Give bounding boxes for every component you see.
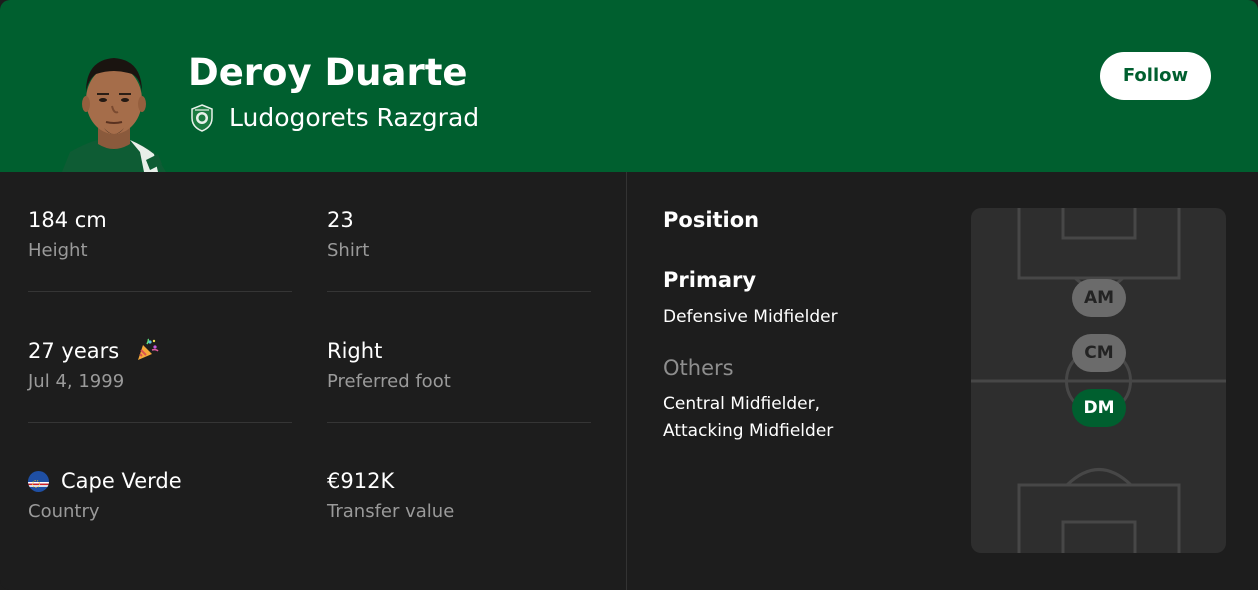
club-name[interactable]: Ludogorets Razgrad: [229, 101, 479, 135]
country-label: Country: [28, 501, 100, 522]
player-header: Deroy Duarte Ludogorets Razgrad Follow: [0, 0, 1258, 172]
primary-position-title: Primary: [663, 268, 757, 292]
shirt-value: 23: [327, 208, 354, 232]
follow-button[interactable]: Follow: [1100, 52, 1211, 100]
divider: [28, 291, 292, 292]
other-positions-title: Others: [663, 356, 734, 380]
country-value: Cape Verde: [61, 469, 182, 493]
foot-value: Right: [327, 339, 383, 363]
player-name: Deroy Duarte: [188, 51, 468, 94]
pitch-marker-cm: CM: [1072, 334, 1126, 372]
column-divider: [626, 172, 627, 590]
pitch-marker-dm: DM: [1072, 389, 1126, 427]
birth-date: Jul 4, 1999: [28, 371, 125, 392]
cape-verde-flag-icon: [28, 471, 49, 492]
player-card: Deroy Duarte Ludogorets Razgrad Follow 1…: [0, 0, 1258, 590]
age-value: 27 years: [28, 339, 120, 363]
other-position-line: Attacking Midfielder: [663, 421, 834, 441]
pitch-marker-am: AM: [1072, 279, 1126, 317]
player-avatar: [58, 48, 170, 172]
divider: [28, 422, 292, 423]
party-popper-icon: [135, 338, 159, 362]
foot-label: Preferred foot: [327, 371, 451, 392]
height-label: Height: [28, 240, 88, 261]
position-pitch: AM CM DM: [971, 208, 1226, 553]
divider: [327, 291, 591, 292]
primary-position-value: Defensive Midfielder: [663, 307, 838, 327]
transfer-value: €912K: [327, 469, 395, 493]
club-crest-icon: [190, 104, 214, 132]
divider: [327, 422, 591, 423]
other-position-line: Central Midfielder,: [663, 394, 821, 414]
shirt-label: Shirt: [327, 240, 370, 261]
position-title: Position: [663, 208, 760, 232]
transfer-label: Transfer value: [327, 501, 455, 522]
height-value: 184 cm: [28, 208, 107, 232]
